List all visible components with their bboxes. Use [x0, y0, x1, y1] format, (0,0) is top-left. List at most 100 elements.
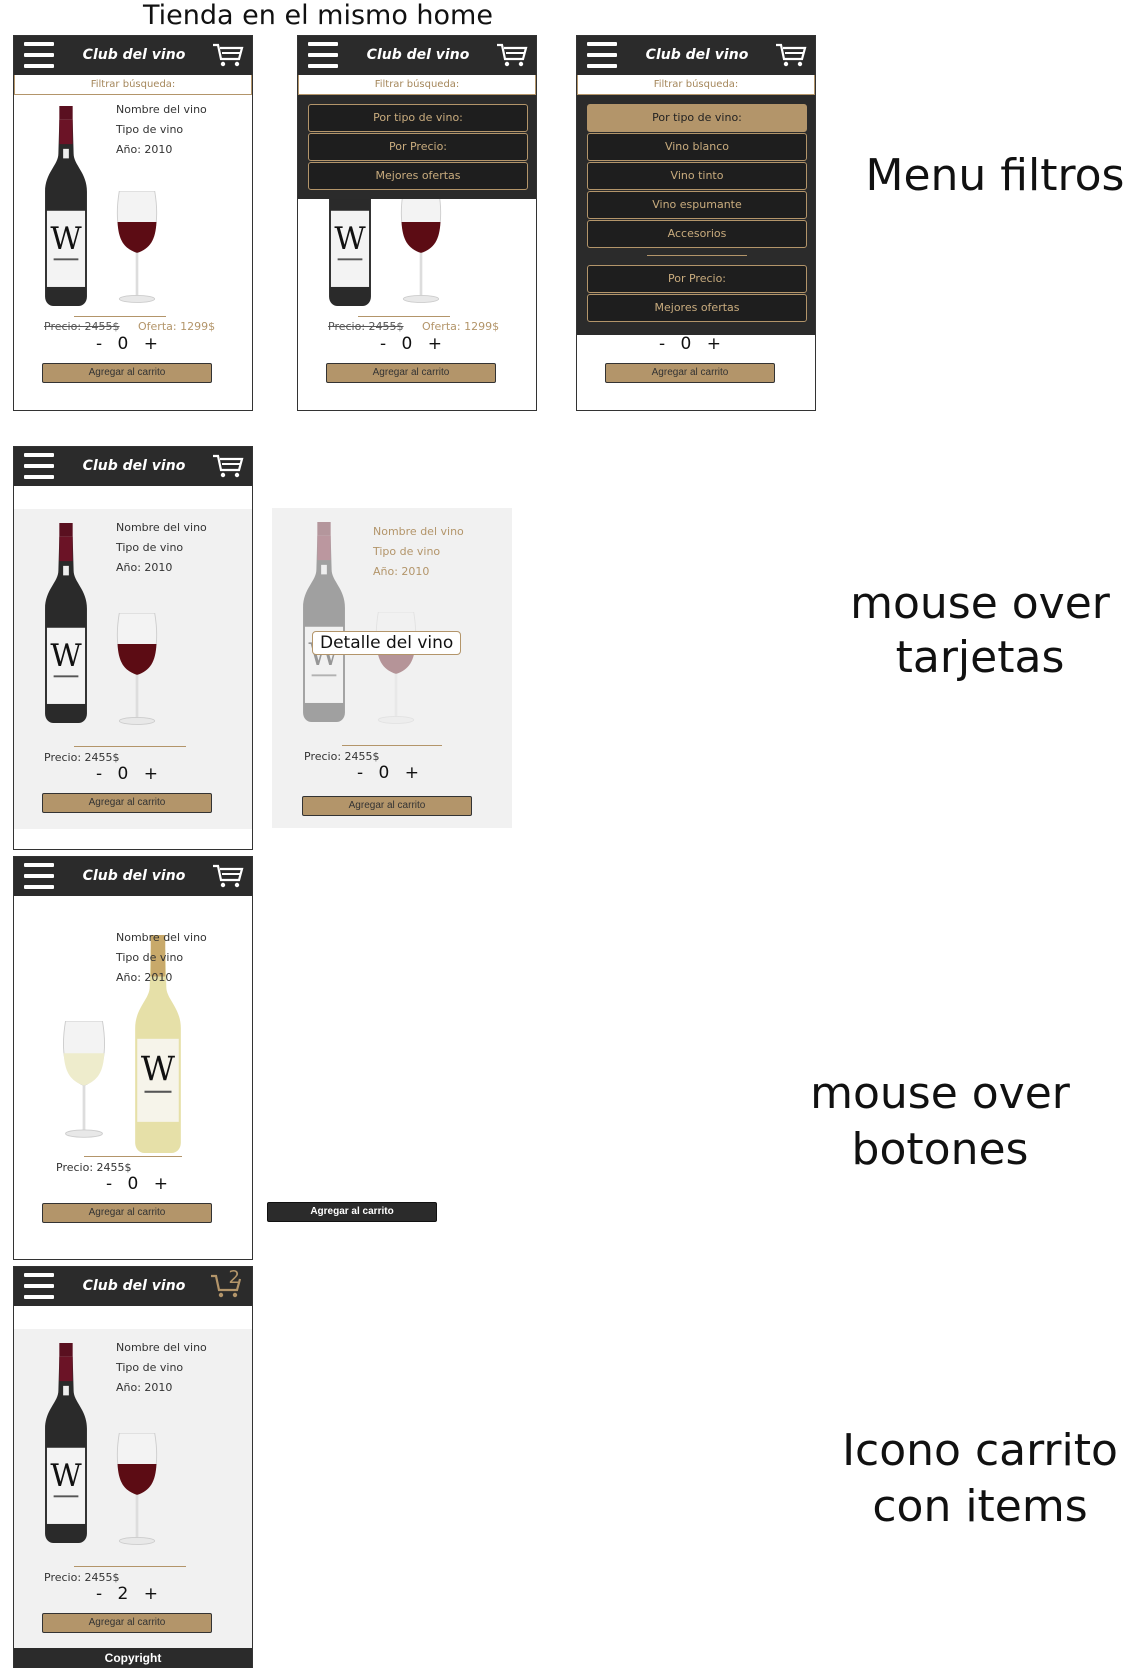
qty-plus-button[interactable]: +: [144, 334, 160, 354]
product-year: Año: 2010: [116, 561, 173, 574]
product-name[interactable]: Nombre del vino: [116, 1338, 207, 1358]
product-info: Nombre del vino Tipo de vino Año: 2010: [373, 522, 464, 582]
hamburger-menu-icon[interactable]: [308, 42, 338, 68]
quantity-stepper: - 0 +: [106, 1174, 170, 1194]
top-bar: Club del vino: [14, 857, 252, 896]
top-bar: Club del vino: [577, 36, 815, 75]
qty-minus-button[interactable]: -: [380, 334, 388, 354]
heading-hover-buttons-1: mouse over: [810, 1068, 1070, 1119]
add-to-cart-button[interactable]: Agregar al carrito: [42, 363, 212, 383]
filter-best-offers[interactable]: Mejores ofertas: [308, 162, 528, 190]
filter-search-bar[interactable]: Filtrar búsqueda:: [577, 75, 815, 95]
qty-value: 0: [117, 764, 131, 784]
hamburger-menu-icon[interactable]: [24, 863, 54, 889]
qty-minus-button[interactable]: -: [106, 1174, 114, 1194]
qty-value: 0: [680, 334, 694, 354]
wine-glass-image: [111, 1433, 163, 1548]
filter-by-type[interactable]: Por tipo de vino:: [587, 104, 807, 132]
qty-value: 0: [378, 763, 392, 783]
filter-type-white[interactable]: Vino blanco: [587, 133, 807, 161]
product-name[interactable]: Nombre del vino: [116, 928, 207, 948]
hamburger-menu-icon[interactable]: [24, 1273, 54, 1299]
product-info: Nombre del vino Tipo de vino Año: 2010: [116, 1338, 207, 1398]
phone-filter-submenu: Club del vino Filtrar búsqueda: Por tipo…: [576, 35, 816, 411]
hamburger-menu-icon[interactable]: [587, 42, 617, 68]
heading-cart-items-2: con items: [872, 1481, 1088, 1532]
qty-plus-button[interactable]: +: [707, 334, 723, 354]
cart-count-badge[interactable]: 2: [229, 1267, 240, 1288]
brand-title[interactable]: Club del vino: [74, 458, 194, 474]
quantity-stepper: - 0 +: [96, 764, 160, 784]
top-bar: Club del vino 2: [14, 1267, 252, 1306]
cart-icon[interactable]: [212, 41, 244, 69]
filter-type-accessories[interactable]: Accesorios: [587, 220, 807, 248]
hamburger-menu-icon[interactable]: [24, 453, 54, 479]
filter-dropdown: Por tipo de vino: Vino blanco Vino tinto…: [577, 95, 815, 335]
add-to-cart-button[interactable]: Agregar al carrito: [326, 363, 496, 383]
card-image-hover[interactable]: Nombre del vino Tipo de vino Año: 2010 D…: [272, 508, 512, 828]
add-to-cart-button-hover[interactable]: Agregar al carrito: [267, 1202, 437, 1222]
wine-bottle-image: [42, 106, 90, 306]
product-year: Año: 2010: [116, 1381, 173, 1394]
qty-minus-button[interactable]: -: [96, 334, 104, 354]
heading-home: Tienda en el mismo home: [143, 0, 493, 31]
wine-glass-image-faded: [370, 612, 422, 727]
product-name[interactable]: Nombre del vino: [116, 100, 207, 120]
brand-title[interactable]: Club del vino: [358, 47, 478, 63]
product-type: Tipo de vino: [116, 541, 184, 554]
filter-by-price[interactable]: Por Precio:: [308, 133, 528, 161]
qty-minus-button[interactable]: -: [96, 764, 104, 784]
product-type: Tipo de vino: [116, 951, 184, 964]
brand-title[interactable]: Club del vino: [74, 47, 194, 63]
qty-value: 0: [127, 1174, 141, 1194]
price: Precio: 2455$: [304, 750, 380, 763]
quantity-stepper: - 0 +: [357, 763, 421, 783]
add-to-cart-button[interactable]: Agregar al carrito: [42, 1613, 212, 1633]
qty-plus-button[interactable]: +: [154, 1174, 170, 1194]
wine-detail-tooltip[interactable]: Detalle del vino: [312, 631, 462, 655]
cart-icon[interactable]: [496, 41, 528, 69]
product-name[interactable]: Nombre del vino: [116, 518, 207, 538]
filter-search-bar[interactable]: Filtrar búsqueda:: [298, 75, 536, 95]
phone-cart-items: Club del vino 2 Nombre del vino Tipo de …: [13, 1266, 253, 1668]
quantity-stepper: - 0 +: [96, 334, 160, 354]
image-underline: [84, 1156, 182, 1157]
qty-minus-button[interactable]: -: [357, 763, 365, 783]
brand-title[interactable]: Club del vino: [74, 868, 194, 884]
add-to-cart-button[interactable]: Agregar al carrito: [42, 1203, 212, 1223]
add-to-cart-button[interactable]: Agregar al carrito: [42, 793, 212, 813]
qty-plus-button[interactable]: +: [144, 764, 160, 784]
brand-title[interactable]: Club del vino: [74, 1278, 194, 1294]
filter-best-offers[interactable]: Mejores ofertas: [587, 294, 807, 322]
product-type: Tipo de vino: [116, 123, 184, 136]
brand-title[interactable]: Club del vino: [637, 47, 757, 63]
add-to-cart-button[interactable]: Agregar al carrito: [302, 796, 472, 816]
qty-plus-button[interactable]: +: [405, 763, 421, 783]
cart-icon[interactable]: [775, 41, 807, 69]
wine-glass-image: [395, 191, 447, 306]
heading-cart-items-1: Icono carrito: [842, 1425, 1118, 1476]
filter-by-type[interactable]: Por tipo de vino:: [308, 104, 528, 132]
product-type: Tipo de vino: [373, 545, 441, 558]
filter-by-price[interactable]: Por Precio:: [587, 265, 807, 293]
cart-icon[interactable]: [212, 862, 244, 890]
filter-search-bar[interactable]: Filtrar búsqueda:: [14, 75, 252, 95]
add-to-cart-button[interactable]: Agregar al carrito: [605, 363, 775, 383]
product-name[interactable]: Nombre del vino: [373, 522, 464, 542]
qty-plus-button[interactable]: +: [428, 334, 444, 354]
product-year: Año: 2010: [373, 565, 430, 578]
image-underline: [358, 316, 450, 317]
filter-type-sparkling[interactable]: Vino espumante: [587, 191, 807, 219]
filter-type-red[interactable]: Vino tinto: [587, 162, 807, 190]
old-price: Precio: 2455$: [328, 320, 404, 333]
qty-plus-button[interactable]: +: [144, 1584, 160, 1604]
hamburger-menu-icon[interactable]: [24, 42, 54, 68]
wine-glass-image: [111, 191, 163, 306]
cart-icon[interactable]: [212, 452, 244, 480]
qty-minus-button[interactable]: -: [96, 1584, 104, 1604]
qty-value: 0: [401, 334, 415, 354]
old-price: Precio: 2455$: [44, 320, 120, 333]
qty-minus-button[interactable]: -: [659, 334, 667, 354]
top-bar: Club del vino: [14, 36, 252, 75]
phone-card-hover: Club del vino Nombre del vino Tipo de vi…: [13, 446, 253, 850]
